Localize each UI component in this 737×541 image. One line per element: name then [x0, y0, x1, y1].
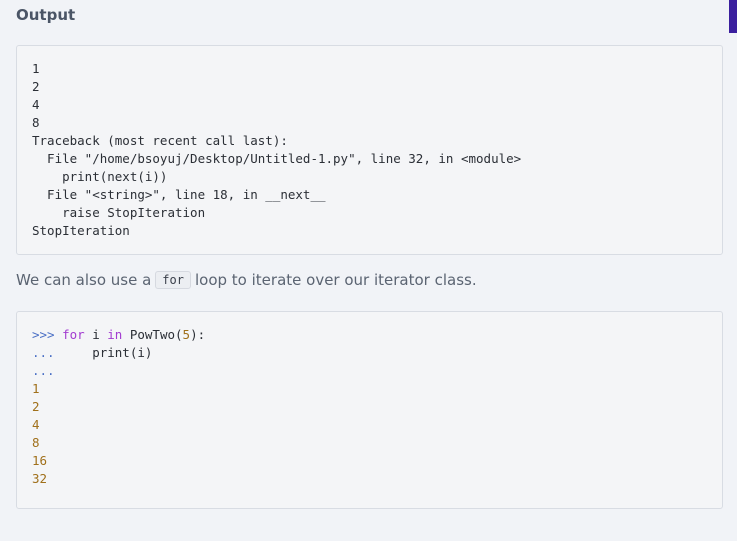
- keyword-for: for: [62, 327, 85, 342]
- repl-result: 4: [32, 417, 40, 432]
- output-line: Traceback (most recent call last):: [32, 133, 288, 148]
- output-line: File "/home/bsoyuj/Desktop/Untitled-1.py…: [32, 151, 522, 166]
- repl-result: 16: [32, 453, 48, 468]
- output-heading: Output: [16, 6, 76, 24]
- output-line: 2: [32, 79, 40, 94]
- output-line: 1: [32, 61, 40, 76]
- prose-text-before: We can also use a: [16, 271, 152, 289]
- repl-result: 2: [32, 399, 40, 414]
- prose-paragraph: We can also use a for loop to iterate ov…: [16, 271, 477, 289]
- loop-variable: i: [84, 327, 108, 342]
- loop-body: print(i): [54, 345, 153, 360]
- repl-result: 1: [32, 381, 40, 396]
- output-line: print(next(i)): [32, 169, 168, 184]
- repl-code-block: >>> for i in PowTwo(5): ... print(i) ...…: [16, 311, 723, 509]
- inline-code-for: for: [155, 271, 191, 289]
- output-line: StopIteration: [32, 223, 130, 238]
- prose-text-after: loop to iterate over our iterator class.: [194, 271, 477, 289]
- repl-result: 8: [32, 435, 40, 450]
- output-line: raise StopIteration: [32, 205, 206, 220]
- repl-line-3: ...: [32, 362, 205, 380]
- repl-result: 32: [32, 471, 48, 486]
- repl-line-2: ... print(i): [32, 344, 205, 362]
- corner-accent: [729, 0, 737, 33]
- iterator-argument: 5: [182, 327, 191, 342]
- iterator-call-end: ):: [190, 327, 206, 342]
- output-line: File "<string>", line 18, in __next__: [32, 187, 326, 202]
- output-code-block: 1 2 4 8 Traceback (most recent call last…: [16, 45, 723, 255]
- repl-continuation-prompt: ...: [32, 363, 55, 378]
- output-lines: 1 2 4 8 Traceback (most recent call last…: [32, 60, 521, 240]
- output-line: 8: [32, 115, 40, 130]
- repl-lines: >>> for i in PowTwo(5): ... print(i) ...…: [32, 326, 205, 488]
- repl-prompt: >>>: [32, 327, 55, 342]
- keyword-in: in: [107, 327, 123, 342]
- repl-continuation-prompt: ...: [32, 345, 55, 360]
- repl-line-1: >>> for i in PowTwo(5):: [32, 326, 205, 344]
- output-line: 4: [32, 97, 40, 112]
- iterator-call: PowTwo(: [122, 327, 183, 342]
